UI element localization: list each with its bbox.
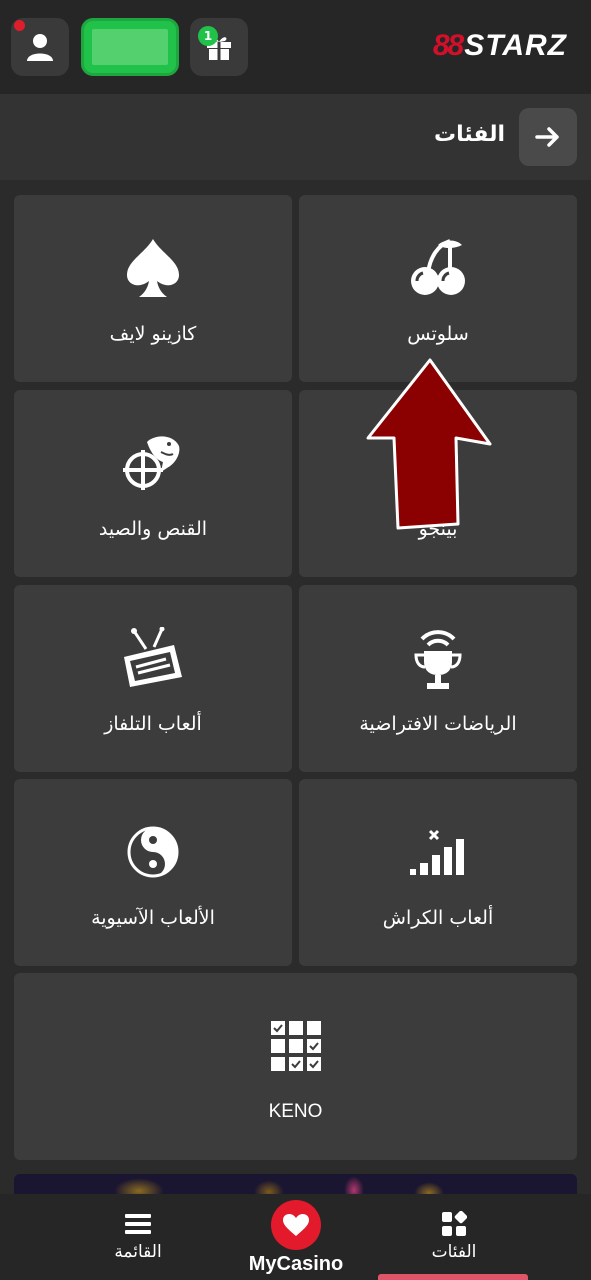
gift-count-badge: 1 [198,26,218,46]
top-bar: 1 88 STARZ [0,0,591,94]
nav-menu-label: القائمة [114,1242,162,1262]
category-asian-games[interactable]: الألعاب الآسيوية [14,779,292,966]
category-label: القنص والصيد [98,518,208,540]
categories-icon [442,1211,467,1236]
logo-text: STARZ [464,29,567,62]
back-button[interactable] [519,108,577,166]
category-keno[interactable]: KENO [14,973,577,1160]
spade-icon [118,233,188,303]
category-fishing[interactable]: القنص والصيد [14,390,292,577]
category-label: الرياضات الافتراضية [359,713,517,735]
yin-yang-icon [118,817,188,887]
nav-mycasino-label: MyCasino [248,1253,344,1275]
active-tab-indicator [378,1274,528,1280]
nav-categories[interactable]: الفئات [384,1210,524,1262]
category-label: الألعاب الآسيوية [91,907,215,929]
gift-button[interactable] [190,18,248,76]
trophy-signal-icon [403,623,473,693]
nav-menu[interactable]: القائمة [68,1210,208,1262]
brand-logo[interactable]: 88 STARZ [433,28,567,64]
logo-prefix: 88 [432,29,464,62]
tv-icon [118,623,188,693]
app-root: 1 88 STARZ الفئات سلوتس كازينو لايف بينج… [0,0,591,1280]
nav-categories-label: الفئات [431,1242,477,1262]
cherries-icon [403,233,473,303]
hamburger-icon [125,1214,151,1234]
category-slots[interactable]: سلوتس [299,195,577,382]
category-live-casino[interactable]: كازينو لايف [14,195,292,382]
category-label: KENO [268,1101,323,1122]
heart-icon [283,1214,309,1236]
annotation-arrow-icon [366,358,492,530]
category-crash-games[interactable]: ألعاب الكراش [299,779,577,966]
category-label: ألعاب التلفاز [104,713,202,735]
category-label: ألعاب الكراش [382,907,494,929]
keno-grid-icon [261,1011,331,1081]
bottom-nav: القائمة MyCasino الفئات [0,1194,591,1280]
category-label: سلوتس [407,323,469,345]
page-title: الفئات [434,122,505,147]
notification-dot [14,20,25,31]
nav-mycasino[interactable]: MyCasino [226,1200,366,1276]
arrow-right-icon [535,127,559,147]
category-tv-games[interactable]: ألعاب التلفاز [14,585,292,772]
crash-bars-icon [403,817,473,887]
category-virtual-sports[interactable]: الرياضات الافتراضية [299,585,577,772]
user-icon [27,34,53,61]
fish-crosshair-icon [118,428,188,498]
balance-blurred [92,29,168,65]
page-header: الفئات [0,94,591,180]
category-label: كازينو لايف [109,323,197,345]
balance-button[interactable] [81,18,179,76]
heart-button[interactable] [271,1200,321,1250]
